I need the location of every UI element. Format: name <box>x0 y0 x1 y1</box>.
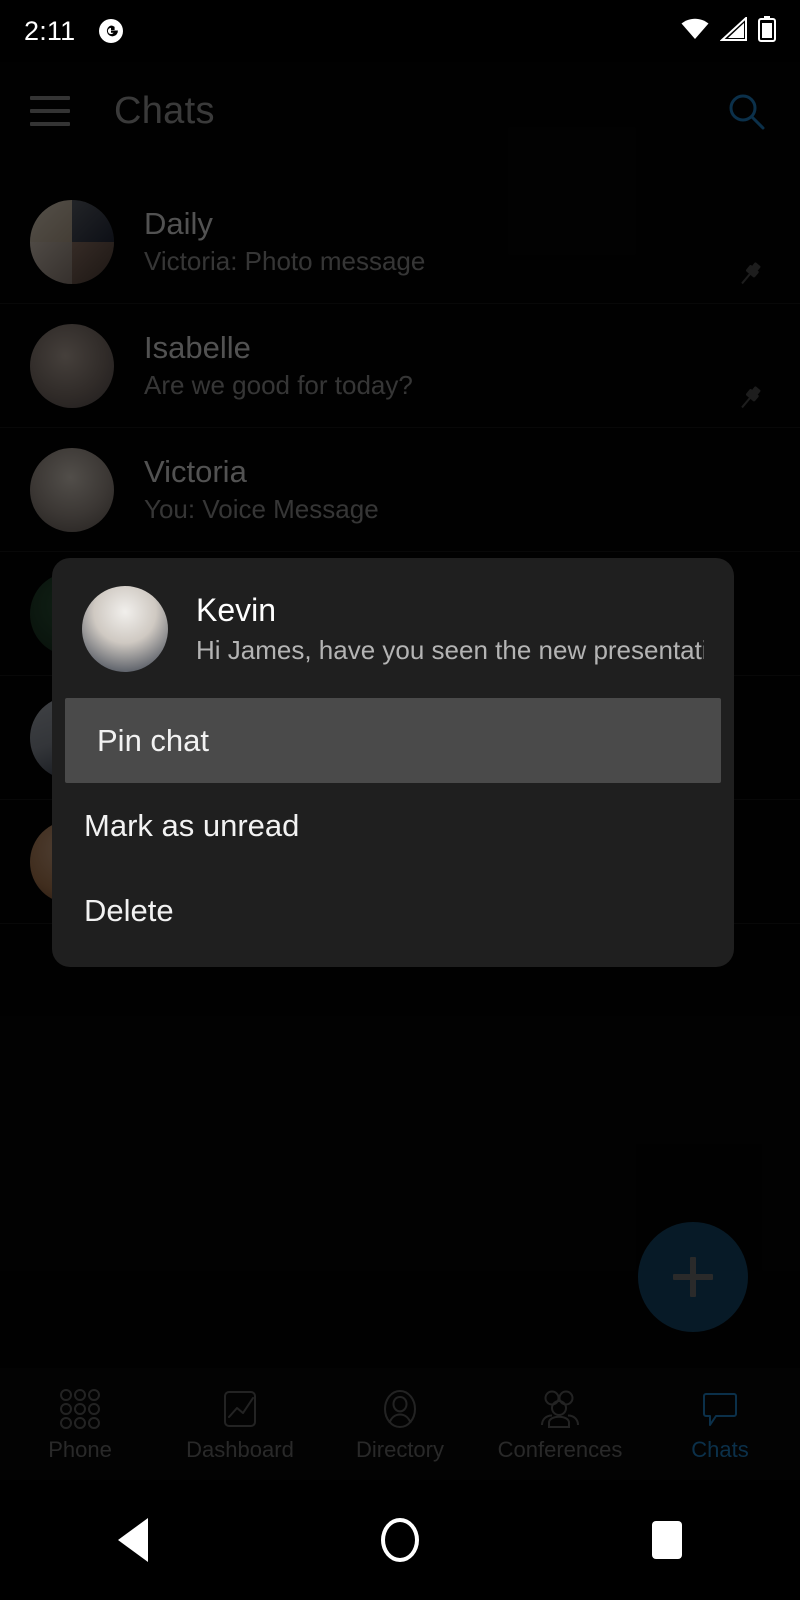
recents-square-icon[interactable] <box>612 1480 722 1600</box>
menu-item-delete[interactable]: Delete <box>52 868 734 953</box>
menu-item-label: Mark as unread <box>84 807 300 843</box>
wifi-icon <box>680 17 710 46</box>
menu-item-pin-chat[interactable]: Pin chat <box>65 698 721 783</box>
back-triangle-icon[interactable] <box>78 1480 188 1600</box>
context-menu-header: Kevin Hi James, have you seen the new pr… <box>52 558 734 698</box>
status-bar-clock: 2:11 <box>24 15 76 46</box>
phone-screen: 2:11 Kevin Hi James, have you seen the n… <box>0 0 800 1600</box>
menu-item-label: Pin chat <box>97 722 210 758</box>
context-menu-chat-preview: Hi James, have you seen the new presenta… <box>196 635 704 665</box>
status-bar: 2:11 <box>0 0 800 62</box>
cellular-signal-icon <box>719 15 748 46</box>
context-menu-chat-name: Kevin <box>196 592 277 628</box>
g-app-icon <box>97 17 125 45</box>
menu-item-mark-as-unread[interactable]: Mark as unread <box>52 783 734 868</box>
menu-item-label: Delete <box>84 892 174 928</box>
status-bar-icons <box>680 15 776 47</box>
android-system-navigation <box>0 1480 800 1600</box>
battery-icon <box>758 15 776 47</box>
chat-context-menu: Kevin Hi James, have you seen the new pr… <box>52 558 734 967</box>
avatar <box>82 586 168 672</box>
home-circle-icon[interactable] <box>345 1480 455 1600</box>
context-menu-header-text: Kevin Hi James, have you seen the new pr… <box>196 592 704 666</box>
